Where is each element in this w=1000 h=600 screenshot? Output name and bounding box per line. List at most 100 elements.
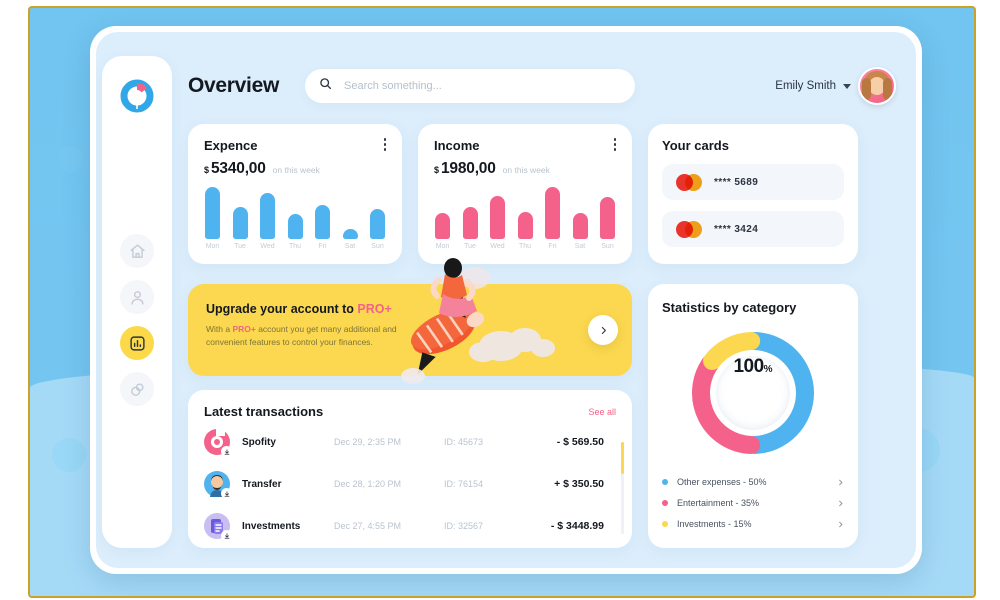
transactions-list: Spofity Dec 29, 2:35 PM ID: 45673 - $ 569.5…	[204, 423, 616, 545]
legend-label: Other expenses - 50%	[677, 476, 767, 487]
sidebar-item-statistics[interactable]	[120, 326, 154, 360]
income-amount-row: $ 1980,00 on this week	[434, 160, 616, 178]
income-bar-chart: Mon Tue Wed Thu Fri Sat Sun	[434, 187, 616, 250]
promo-desc-part1: With a	[206, 324, 233, 334]
bar	[490, 196, 505, 239]
transaction-amount: - $ 569.50	[556, 436, 604, 448]
transaction-name: Spofity	[242, 436, 276, 448]
table-row[interactable]: Spofity Dec 29, 2:35 PM ID: 45673 - $ 569.5…	[204, 423, 616, 461]
promo-arrow-button[interactable]	[588, 315, 618, 345]
expense-bar-chart: Mon Tue Wed Thu Fri Sat Sun	[204, 187, 386, 250]
card-row[interactable]: **** 3424	[662, 211, 844, 247]
transaction-id: ID: 32567	[444, 521, 484, 531]
decorative-bubble	[58, 146, 84, 172]
user-menu[interactable]: Emily Smith	[775, 67, 896, 105]
income-amount: 1980,00	[441, 160, 496, 177]
bar-column: Fri	[544, 187, 561, 250]
legend-item[interactable]: Other expenses - 50%	[662, 471, 844, 492]
see-all-link[interactable]: See all	[588, 407, 616, 417]
bar-label: Thu	[288, 243, 302, 250]
your-cards-panel: Your cards **** 5689 **** 3424	[648, 124, 858, 264]
bar-label: Wed	[490, 243, 505, 250]
donut-chart-wrap: 100 %	[662, 329, 844, 457]
chevron-right-icon[interactable]	[837, 494, 844, 512]
bar-label: Sat	[574, 243, 586, 250]
legend-color-dot	[662, 520, 668, 527]
legend-item[interactable]: Entertainment - 35%	[662, 492, 844, 513]
decorative-frame: Overview Emily Smith	[28, 6, 976, 598]
donut-chart: 100 %	[689, 329, 817, 457]
bar	[545, 187, 560, 239]
card-number: **** 3424	[714, 223, 759, 235]
bar	[232, 207, 248, 239]
transaction-name: Investments	[242, 520, 301, 532]
transaction-name: Transfer	[242, 478, 282, 490]
legend-item[interactable]: Investments - 15%	[662, 513, 844, 534]
bar-label: Wed	[260, 243, 275, 250]
promo-banner[interactable]: Upgrade your account to PRO+ With a PRO+…	[188, 258, 632, 384]
app-window: Overview Emily Smith	[90, 26, 922, 574]
bar-label: Thu	[518, 243, 532, 250]
income-title: Income	[434, 138, 480, 153]
donut-center-label: 100 %	[716, 356, 790, 430]
bar-column: Tue	[232, 207, 249, 250]
expense-currency: $	[204, 165, 210, 175]
bar-column: Mon	[204, 187, 221, 250]
spotify-icon	[204, 429, 232, 457]
promo-title: Upgrade your account to PRO+	[206, 302, 614, 316]
table-row[interactable]: Investments Dec 27, 4:55 PM ID: 32567 - $ 3…	[204, 507, 616, 545]
chevron-right-icon[interactable]	[837, 515, 844, 533]
bar-column: Wed	[489, 196, 506, 250]
bar-column: Fri	[314, 205, 331, 250]
expense-period: on this week	[272, 165, 320, 175]
bar	[205, 187, 220, 239]
expense-card: Expence $ 5340,00 on this week Mon Tue Wed…	[188, 124, 402, 264]
transaction-id: ID: 76154	[444, 479, 484, 489]
bar-label: Mon	[435, 243, 450, 250]
expense-title: Expence	[204, 138, 258, 153]
decorative-bubble	[52, 438, 86, 472]
promo-title-highlight: PRO+	[357, 302, 392, 316]
bar-label: Fri	[318, 243, 327, 250]
bar	[342, 229, 358, 239]
sidebar	[102, 56, 172, 548]
bar-label: Tue	[464, 243, 476, 250]
bar	[517, 212, 533, 239]
avatar[interactable]	[858, 67, 896, 105]
chevron-right-icon	[601, 326, 606, 334]
bar-column: Sat	[572, 213, 589, 250]
legend-label: Investments - 15%	[677, 518, 752, 529]
sidebar-item-link[interactable]	[120, 372, 154, 406]
income-currency: $	[434, 165, 440, 175]
more-vertical-icon[interactable]	[613, 138, 616, 151]
sidebar-item-home[interactable]	[120, 234, 154, 268]
transaction-amount: + $ 350.50	[554, 478, 604, 490]
user-name: Emily Smith	[775, 80, 836, 92]
sidebar-item-profile[interactable]	[120, 280, 154, 314]
promo-description: With a PRO+ account you get many additio…	[206, 323, 421, 349]
transactions-title: Latest transactions	[204, 404, 324, 419]
card-row[interactable]: **** 5689	[662, 164, 844, 200]
bar-column: Sun	[369, 209, 386, 250]
mastercard-icon	[676, 220, 702, 238]
bar-label: Sun	[601, 243, 614, 250]
transaction-date: Dec 27, 4:55 PM	[334, 521, 402, 531]
promo-title-prefix: Upgrade your account to	[206, 302, 358, 316]
app-canvas: Overview Emily Smith	[96, 32, 916, 568]
search-bar[interactable]	[305, 69, 635, 103]
transactions-scrollbar-thumb[interactable]	[621, 442, 624, 474]
logo-donut-icon[interactable]	[119, 78, 155, 114]
expense-amount-row: $ 5340,00 on this week	[204, 160, 386, 178]
search-input[interactable]	[342, 79, 621, 93]
bar	[287, 214, 303, 239]
screenshot-root: Overview Emily Smith	[0, 0, 1000, 600]
legend-color-dot	[662, 478, 668, 485]
your-cards-list: **** 5689 **** 3424	[662, 164, 844, 247]
transactions-card: Latest transactions See all Spofity Dec 2…	[188, 390, 632, 548]
chevron-right-icon[interactable]	[837, 473, 844, 491]
more-vertical-icon[interactable]	[383, 138, 386, 151]
your-cards-title: Your cards	[662, 138, 729, 153]
table-row[interactable]: Transfer Dec 28, 1:20 PM ID: 76154 + $ 350.…	[204, 465, 616, 503]
transaction-date: Dec 29, 2:35 PM	[334, 437, 402, 447]
income-period: on this week	[502, 165, 550, 175]
